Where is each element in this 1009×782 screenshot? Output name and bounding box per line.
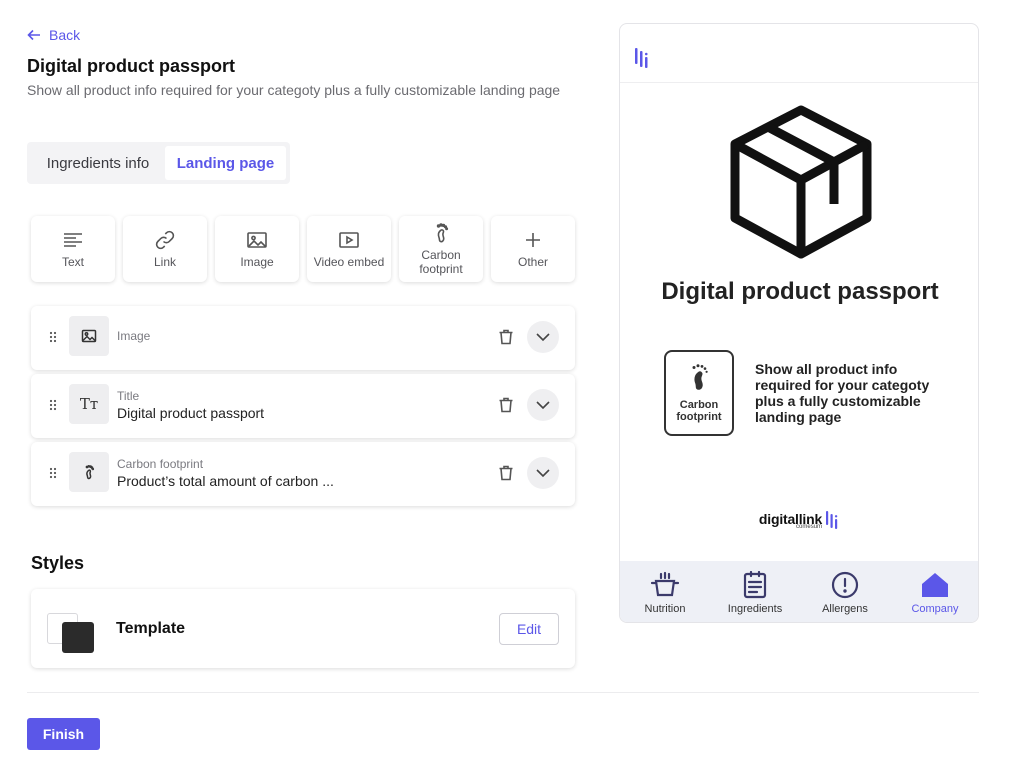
row-thumbnail (69, 316, 109, 356)
content-row-carbon-footprint[interactable]: Carbon footprint Product’s total amount … (31, 442, 575, 506)
home-icon (922, 572, 948, 597)
nav-label: Company (911, 602, 959, 615)
preview-carbon-text: Show all product info required for your … (755, 361, 930, 425)
drag-handle-icon[interactable] (49, 330, 57, 343)
preview-header-divider (620, 82, 978, 83)
chevron-down-icon (536, 333, 550, 342)
block-palette: Text Link Image Video embed Carbon footp… (31, 216, 575, 282)
page-title: Digital product passport (27, 56, 236, 76)
add-carbon-footprint-block-button[interactable]: Carbon footprint (399, 216, 483, 282)
add-image-block-button[interactable]: Image (215, 216, 299, 282)
row-type-label: Image (117, 329, 151, 343)
preview-title: Digital product passport (661, 278, 939, 305)
trash-icon (499, 465, 513, 481)
edit-template-button[interactable]: Edit (499, 613, 559, 645)
landing-page-preview: Digital product passport Carbon footprin… (619, 23, 979, 623)
delete-row-button[interactable] (497, 396, 515, 414)
block-label: Link (153, 255, 176, 269)
content-list: Image Tт Title Digital product passport … (31, 306, 575, 510)
row-value: Digital product passport (117, 405, 265, 421)
swatch-dark (62, 622, 94, 653)
arrow-left-icon (27, 29, 40, 41)
divider (27, 692, 979, 693)
preview-carbon-card: Carbon footprint (664, 350, 734, 436)
template-card: Template Edit (31, 589, 575, 668)
expand-row-button[interactable] (527, 389, 559, 421)
delete-row-button[interactable] (497, 464, 515, 482)
brand-logo-icon (826, 511, 838, 529)
carbon-card-label: Carbon footprint (676, 399, 722, 423)
content-row-image[interactable]: Image (31, 306, 575, 370)
trash-icon (499, 329, 513, 345)
expand-row-button[interactable] (527, 321, 559, 353)
nav-label: Nutrition (644, 602, 686, 615)
link-icon (155, 230, 175, 250)
add-other-block-button[interactable]: Other (491, 216, 575, 282)
tab-ingredients-info[interactable]: Ingredients info (31, 146, 165, 180)
text-size-icon: Tт (79, 395, 99, 413)
add-link-block-button[interactable]: Link (123, 216, 207, 282)
nav-item-ingredients[interactable]: Ingredients (710, 561, 800, 622)
block-label: Carbon footprint (419, 248, 463, 276)
chevron-down-icon (536, 401, 550, 410)
chevron-down-icon (536, 469, 550, 478)
back-label: Back (49, 27, 81, 43)
footprint-icon (436, 223, 449, 243)
nav-item-nutrition[interactable]: Nutrition (620, 561, 710, 622)
back-link[interactable]: Back (27, 27, 80, 43)
image-icon (247, 232, 267, 248)
row-value: Product’s total amount of carbon ... (117, 473, 334, 489)
nav-label: Ingredients (727, 602, 783, 615)
block-label: Other (517, 255, 548, 269)
brand-sub: comesum (796, 524, 823, 530)
text-lines-icon (64, 233, 82, 247)
preview-bottom-nav: Nutrition Ingredients Allergens Company (620, 561, 978, 622)
footprint-icon (692, 364, 708, 390)
styles-heading: Styles (31, 553, 85, 573)
nav-label: Allergens (822, 602, 868, 615)
row-type-label: Title (117, 389, 140, 403)
alert-circle-icon (831, 571, 859, 598)
brand-logo-icon (635, 48, 648, 68)
add-video-embed-block-button[interactable]: Video embed (307, 216, 391, 282)
add-text-block-button[interactable]: Text (31, 216, 115, 282)
tab-landing-page[interactable]: Landing page (164, 146, 286, 180)
block-label: Image (240, 255, 274, 269)
block-label: Video embed (313, 255, 385, 269)
footprint-icon (85, 464, 95, 480)
page-description: Show all product info required for your … (27, 82, 561, 98)
row-type-label: Carbon footprint (117, 457, 204, 471)
drag-handle-icon[interactable] (49, 398, 57, 411)
brand-footer: digitallink comesum (620, 510, 978, 530)
image-icon (81, 329, 97, 343)
clipboard-list-icon (743, 570, 767, 598)
brand-text: digitallink comesum (759, 511, 822, 530)
drag-handle-icon[interactable] (49, 466, 57, 479)
delete-row-button[interactable] (497, 328, 515, 346)
content-row-title[interactable]: Tт Title Digital product passport (31, 374, 575, 438)
package-box-icon (730, 105, 872, 259)
row-thumbnail (69, 452, 109, 492)
row-thumbnail: Tт (69, 384, 109, 424)
template-label: Template (116, 620, 186, 637)
video-play-icon (339, 232, 359, 248)
finish-button[interactable]: Finish (27, 718, 100, 750)
nav-item-allergens[interactable]: Allergens (800, 561, 890, 622)
block-label: Text (61, 255, 84, 269)
trash-icon (499, 397, 513, 413)
tab-bar: Ingredients info Landing page (27, 142, 290, 184)
nav-item-company[interactable]: Company (890, 561, 978, 622)
expand-row-button[interactable] (527, 457, 559, 489)
pot-icon (650, 571, 680, 596)
plus-icon (526, 233, 540, 247)
